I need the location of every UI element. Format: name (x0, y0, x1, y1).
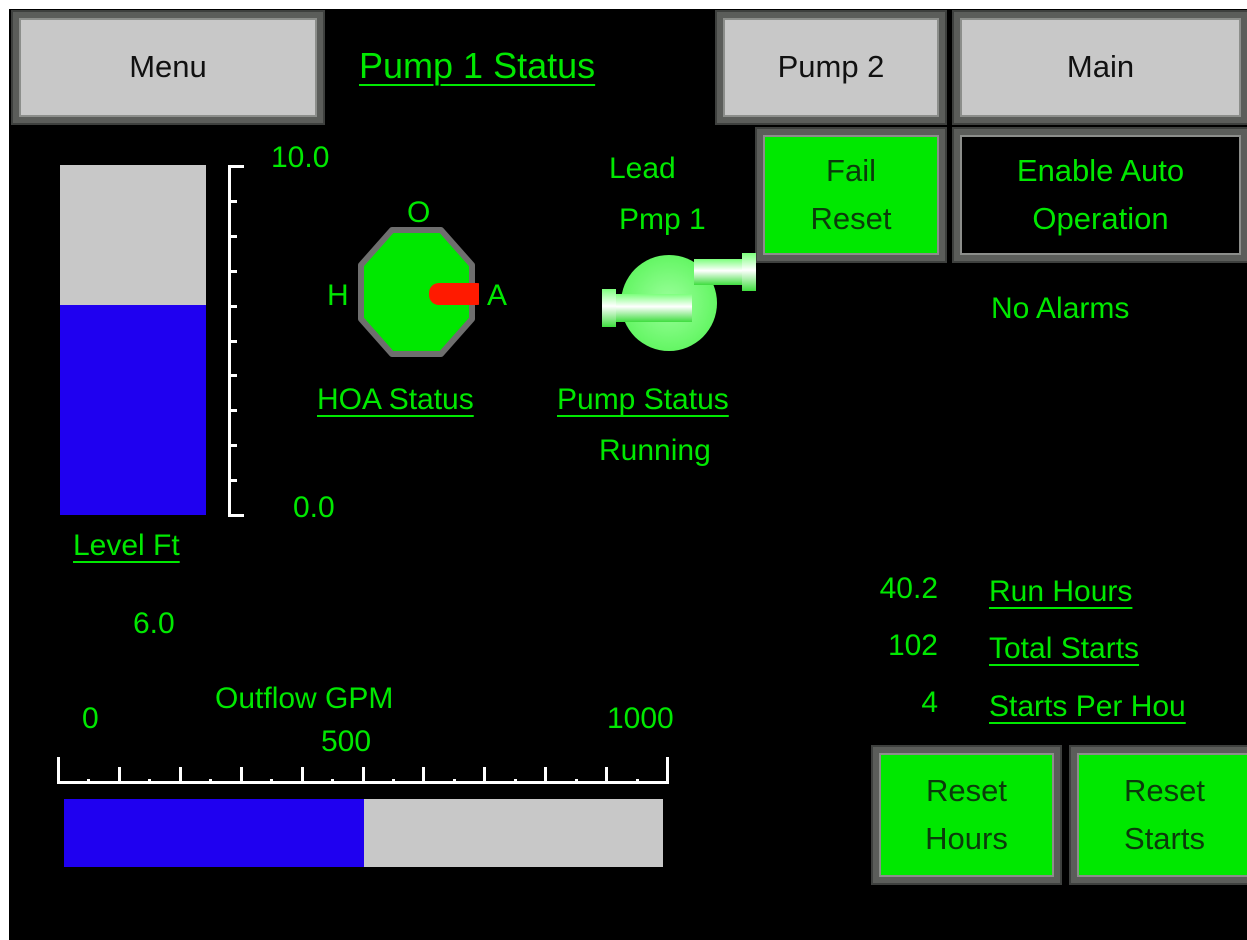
level-scale (216, 165, 246, 517)
total-starts-value: 102 (887, 629, 938, 662)
outflow-scale-tick (148, 779, 151, 783)
outflow-scale-tick (605, 767, 608, 783)
level-scale-tick (228, 235, 237, 238)
level-scale-tick (228, 409, 237, 412)
outflow-scale-tick (240, 767, 243, 783)
centrifugal-pump-icon (602, 253, 756, 351)
reset-starts-label-2: Starts (1124, 821, 1205, 856)
run-hours-label[interactable]: Run Hours (989, 575, 1132, 609)
outflow-label: Outflow GPM (215, 682, 394, 715)
outflow-scale-tick (57, 757, 60, 783)
starts-per-hour-value: 4 (921, 686, 938, 719)
pump-status-label[interactable]: Pump Status (557, 383, 729, 417)
outflow-scale-tick (209, 779, 212, 783)
menu-button[interactable]: Menu (13, 12, 323, 123)
starts-per-hour-label[interactable]: Starts Per Hou (989, 690, 1186, 724)
fail-reset-label-1: Fail (826, 152, 876, 188)
level-scale-tick (228, 165, 244, 168)
outflow-scale-tick (301, 767, 304, 783)
enable-auto-button[interactable]: Enable Auto Operation (954, 129, 1247, 261)
outflow-scale-tick (331, 779, 334, 783)
hoa-a-label: A (487, 279, 508, 312)
level-scale-tick (228, 374, 237, 377)
hoa-h-label: H (327, 279, 349, 312)
lead-label: Lead (609, 152, 676, 185)
fail-reset-label-2: Reset (810, 201, 892, 236)
fail-reset-button[interactable]: Fail Reset (757, 129, 945, 261)
level-scale-tick (228, 305, 237, 308)
outflow-scale-tick (544, 767, 547, 783)
outflow-bar (64, 799, 663, 867)
outflow-scale-tick (453, 779, 456, 783)
level-max-label: 10.0 (271, 141, 330, 174)
hoa-pointer (429, 283, 479, 305)
alarm-status: No Alarms (991, 292, 1130, 325)
outflow-scale-tick (118, 767, 121, 783)
outflow-scale-tick (270, 779, 273, 783)
level-scale-tick (228, 514, 244, 517)
outflow-scale-tick (666, 757, 669, 783)
lead-pump-label: Pmp 1 (619, 203, 706, 236)
outflow-scale-tick (636, 779, 639, 783)
hmi-screen: Menu Pump 1 Status Pump 2 Main Fail Rese… (9, 9, 1247, 940)
reset-starts-button[interactable]: Reset Starts (1071, 747, 1247, 883)
reset-hours-label-2: Hours (925, 821, 1008, 856)
level-value: 6.0 (133, 607, 175, 640)
outflow-scale-tick (179, 767, 182, 783)
main-button[interactable]: Main (954, 12, 1247, 123)
run-hours-value: 40.2 (879, 572, 938, 605)
outflow-scale-tick (392, 779, 395, 783)
level-min-label: 0.0 (293, 491, 335, 524)
pump-state-value: Running (599, 434, 711, 467)
outflow-scale-tick (514, 779, 517, 783)
reset-hours-button[interactable]: Reset Hours (873, 747, 1060, 883)
hoa-status-label[interactable]: HOA Status (317, 383, 474, 417)
level-label[interactable]: Level Ft (73, 529, 180, 563)
outflow-fill (64, 799, 364, 867)
reset-hours-label-1: Reset (926, 772, 1007, 808)
level-fill (60, 305, 206, 515)
total-starts-label[interactable]: Total Starts (989, 632, 1139, 666)
level-scale-tick (228, 340, 237, 343)
pump-2-button[interactable]: Pump 2 (717, 12, 945, 123)
outflow-scale-tick (87, 779, 90, 783)
outflow-max-label: 1000 (607, 702, 674, 735)
outflow-scale-tick (483, 767, 486, 783)
enable-auto-label-2: Operation (1032, 201, 1169, 236)
hoa-switch-icon[interactable] (354, 227, 479, 357)
level-scale-tick (228, 200, 237, 203)
enable-auto-label-1: Enable Auto (1016, 152, 1185, 188)
outflow-scale-tick (422, 767, 425, 783)
level-tank (60, 165, 206, 515)
outflow-min-label: 0 (82, 702, 99, 735)
reset-starts-label-1: Reset (1124, 772, 1205, 808)
level-scale-tick (228, 444, 237, 447)
hoa-o-label: O (407, 196, 431, 229)
outflow-scale-tick (362, 767, 365, 783)
page-title[interactable]: Pump 1 Status (359, 45, 595, 87)
level-scale-tick (228, 479, 237, 482)
level-scale-tick (228, 270, 237, 273)
outflow-scale (57, 754, 669, 786)
outflow-scale-tick (575, 779, 578, 783)
